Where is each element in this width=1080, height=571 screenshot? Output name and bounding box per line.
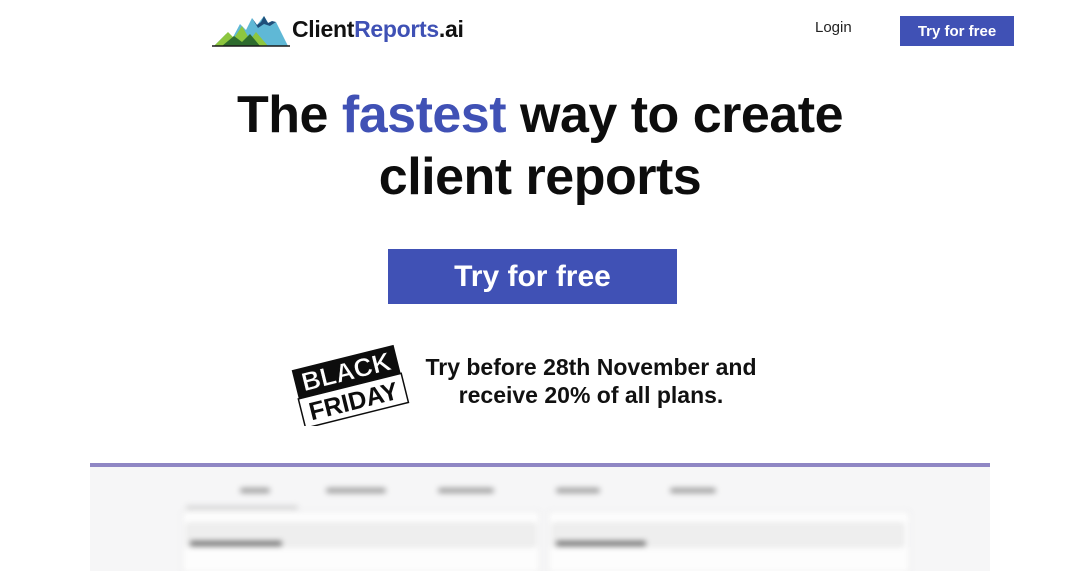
hero-try-for-free-button[interactable]: Try for free xyxy=(388,249,677,304)
logo[interactable]: ClientReports.ai xyxy=(212,10,464,48)
app-preview-screenshot xyxy=(90,463,990,571)
headline-highlight: fastest xyxy=(341,86,507,144)
headline-line-2: client reports xyxy=(378,148,702,206)
login-link[interactable]: Login xyxy=(815,19,852,36)
headline-line-1: The fastest way to create xyxy=(237,86,843,144)
nav-try-for-free-button[interactable]: Try for free xyxy=(900,16,1014,46)
logo-wordmark: ClientReports.ai xyxy=(292,15,464,42)
promo-line-2: receive 20% of all plans. xyxy=(458,382,724,408)
hero-headline: The fastest way to create client reports xyxy=(0,84,1080,208)
promo-line-1: Try before 28th November and xyxy=(425,354,757,380)
promo-text: Try before 28th November and receive 20%… xyxy=(420,353,762,409)
black-friday-badge: BLACK FRIDAY xyxy=(290,343,410,426)
mountain-logo-icon xyxy=(212,10,290,48)
